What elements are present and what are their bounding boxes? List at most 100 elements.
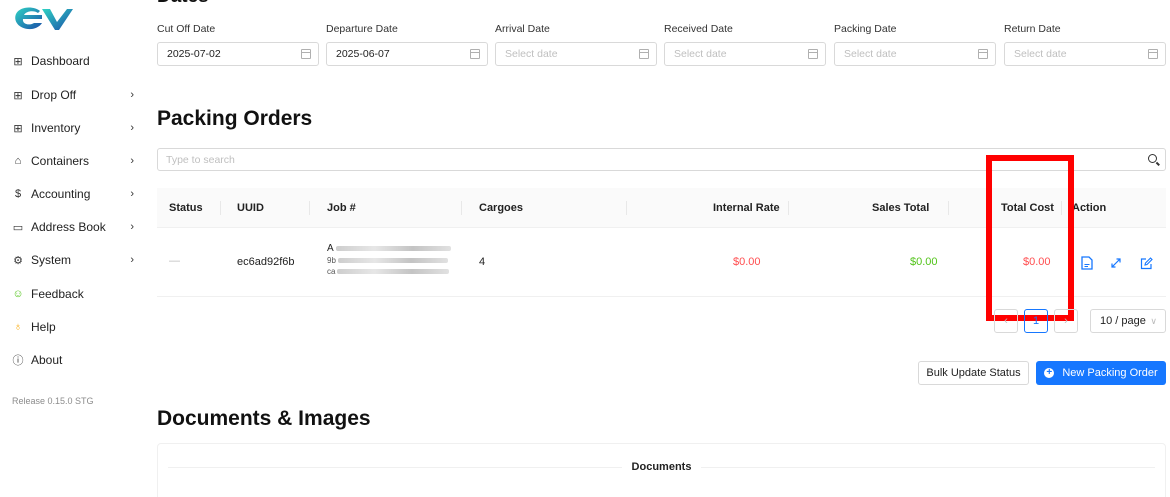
sidebar: ⊞ Dashboard ⊞ Drop Off › ⊞ Inventory › ⌂… xyxy=(0,0,148,497)
date-field-return: Return Date Select date xyxy=(1004,23,1166,66)
calendar-icon xyxy=(470,49,480,59)
column-uuid: UUID xyxy=(237,202,264,214)
cut-off-date-input[interactable]: 2025-07-02 xyxy=(157,42,319,66)
column-separator xyxy=(461,201,462,215)
edit-icon[interactable] xyxy=(1139,256,1153,270)
packing-orders-title: Packing Orders xyxy=(157,107,313,130)
containers-icon: ⌂ xyxy=(14,155,22,167)
grid-icon: ⊞ xyxy=(13,122,23,135)
column-separator xyxy=(309,201,310,215)
received-date-input[interactable]: Select date xyxy=(664,42,826,66)
date-field-departure: Departure Date 2025-06-07 xyxy=(326,23,488,66)
chevron-right-icon: › xyxy=(130,122,134,134)
pdf-document-icon[interactable] xyxy=(1080,256,1094,270)
date-label: Cut Off Date xyxy=(157,23,216,35)
date-field-arrival: Arrival Date Select date xyxy=(495,23,657,66)
job-line: 9b xyxy=(327,256,336,265)
redacted-text xyxy=(337,269,450,274)
page-size-select[interactable]: 10 / page ∨ xyxy=(1090,309,1166,333)
plus-circle-icon: + xyxy=(1044,368,1055,378)
sidebar-item-drop-off[interactable]: ⊞ Drop Off › xyxy=(12,84,140,106)
chevron-right-icon: › xyxy=(130,221,134,233)
sidebar-item-dashboard[interactable]: ⊞ Dashboard xyxy=(12,50,140,72)
return-date-input[interactable]: Select date xyxy=(1004,42,1166,66)
column-separator xyxy=(948,201,949,215)
documents-section-title: Documents xyxy=(631,461,692,473)
redacted-text xyxy=(335,246,451,251)
chevron-right-icon: › xyxy=(130,188,134,200)
job-line: A xyxy=(327,243,334,254)
dollar-icon: $ xyxy=(14,188,22,200)
cell-job[interactable]: A 9b ca xyxy=(327,243,452,276)
expand-icon[interactable] xyxy=(1109,256,1123,270)
cell-status: — xyxy=(169,255,180,267)
calendar-icon xyxy=(978,49,988,59)
column-job: Job # xyxy=(327,202,356,214)
gear-icon: ⚙ xyxy=(13,254,23,267)
date-label: Return Date xyxy=(1004,23,1061,35)
documents-card: Documents xyxy=(157,443,1166,497)
column-separator xyxy=(220,201,221,215)
job-line: ca xyxy=(327,267,336,276)
column-cargoes: Cargoes xyxy=(479,202,524,214)
chevron-right-icon: › xyxy=(130,89,134,101)
ev-logo[interactable] xyxy=(12,4,74,34)
date-label: Packing Date xyxy=(834,23,897,35)
column-internal-rate: Internal Rate xyxy=(713,202,780,214)
highlight-box xyxy=(986,155,1074,321)
arrival-date-input[interactable]: Select date xyxy=(495,42,657,66)
departure-date-input[interactable]: 2025-06-07 xyxy=(326,42,488,66)
prev-page-button[interactable]: ‹ xyxy=(994,309,1018,333)
date-label: Received Date xyxy=(664,23,733,35)
search-placeholder: Type to search xyxy=(166,153,235,166)
packing-date-input[interactable]: Select date xyxy=(834,42,996,66)
chevron-right-icon: › xyxy=(130,254,134,266)
sidebar-item-containers[interactable]: ⌂ Containers › xyxy=(12,150,140,172)
column-action: Action xyxy=(1072,202,1107,214)
column-sales-total: Sales Total xyxy=(872,202,930,214)
column-separator xyxy=(788,201,789,215)
next-page-button[interactable]: › xyxy=(1054,309,1078,333)
sidebar-item-help[interactable]: ♁ Help xyxy=(12,316,140,338)
cell-uuid[interactable]: ec6ad92f6b xyxy=(237,256,295,268)
sidebar-item-feedback[interactable]: ☺ Feedback xyxy=(12,283,140,305)
date-placeholder: Select date xyxy=(674,48,727,60)
sidebar-item-label: System xyxy=(31,253,72,267)
date-value: 2025-07-02 xyxy=(167,48,221,60)
sidebar-item-label: Dashboard xyxy=(31,54,90,68)
sidebar-item-label: Drop Off xyxy=(31,88,77,102)
calendar-icon xyxy=(301,49,311,59)
date-label: Arrival Date xyxy=(495,23,550,35)
sidebar-item-inventory[interactable]: ⊞ Inventory › xyxy=(12,117,140,139)
release-version: Release 0.15.0 STG xyxy=(12,396,94,406)
page-button[interactable]: 1 xyxy=(1024,309,1048,333)
date-placeholder: Select date xyxy=(1014,48,1067,60)
page-size-value: 10 / page xyxy=(1100,315,1146,327)
date-field-received: Received Date Select date xyxy=(664,23,826,66)
grid-icon: ⊞ xyxy=(13,89,23,102)
bulb-icon: ♁ xyxy=(13,321,23,333)
sidebar-item-address-book[interactable]: ▭ Address Book › xyxy=(12,216,140,238)
sidebar-item-about[interactable]: ⓘ About xyxy=(12,349,140,371)
new-packing-order-button[interactable]: + New Packing Order xyxy=(1036,361,1166,385)
date-value: 2025-06-07 xyxy=(336,48,390,60)
button-label: New Packing Order xyxy=(1062,367,1158,379)
cell-cargoes: 4 xyxy=(479,256,486,268)
chevron-right-icon: › xyxy=(130,155,134,167)
calendar-icon xyxy=(1148,49,1158,59)
address-book-icon: ▭ xyxy=(12,221,24,234)
info-icon: ⓘ xyxy=(12,355,24,367)
documents-divider: Documents xyxy=(158,461,1165,473)
sidebar-item-label: Help xyxy=(31,320,56,334)
bulk-update-status-button[interactable]: Bulk Update Status xyxy=(918,361,1029,385)
sidebar-item-label: Containers xyxy=(31,154,90,168)
grid-icon: ⊞ xyxy=(13,55,23,68)
cell-internal-rate: $0.00 xyxy=(733,256,761,268)
sidebar-item-system[interactable]: ⚙ System › xyxy=(12,249,140,271)
date-field-packing: Packing Date Select date xyxy=(834,23,996,66)
search-icon[interactable] xyxy=(1148,154,1157,163)
date-label: Departure Date xyxy=(326,23,398,35)
date-field-cut-off: Cut Off Date 2025-07-02 xyxy=(157,23,319,66)
sidebar-item-label: Inventory xyxy=(31,121,81,135)
sidebar-item-accounting[interactable]: $ Accounting › xyxy=(12,183,140,205)
